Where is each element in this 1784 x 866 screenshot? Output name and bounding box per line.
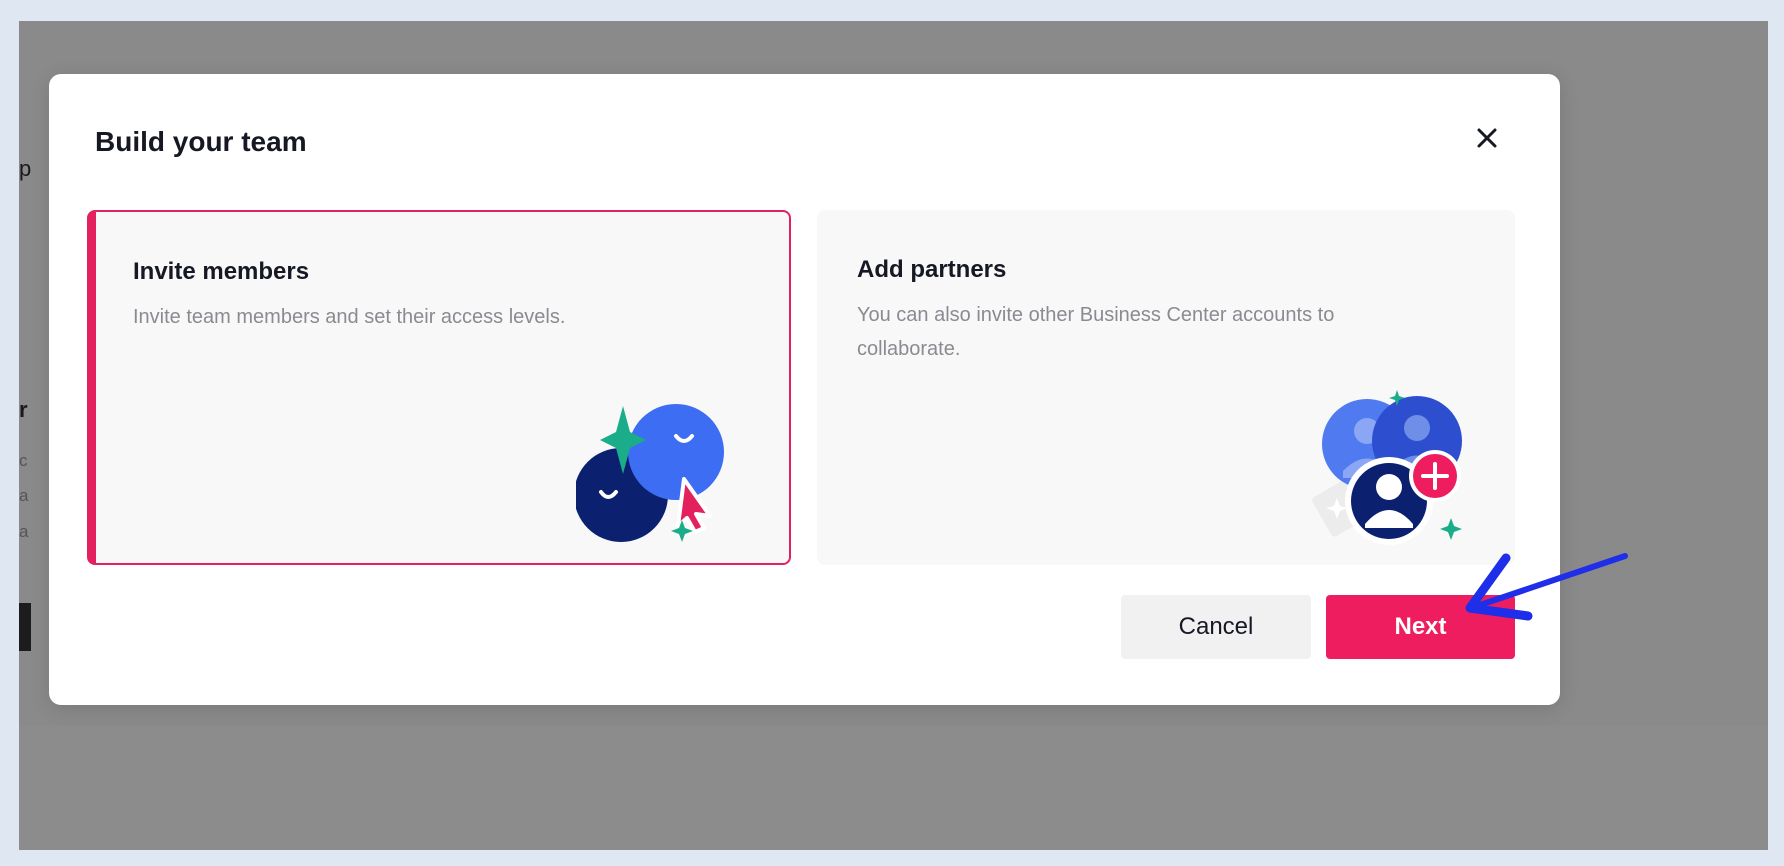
background-text-fragment: a	[19, 486, 29, 505]
invite-members-illustration	[576, 404, 724, 542]
dialog-title: Build your team	[95, 126, 307, 157]
option-description: Invite team members and set their access…	[133, 306, 566, 328]
close-button[interactable]	[1467, 118, 1507, 158]
option-title: Invite members	[133, 258, 310, 285]
option-title: Add partners	[857, 256, 1007, 283]
invite-members-option[interactable]: Invite members Invite team members and s…	[87, 210, 791, 565]
background-text-fragment: c	[19, 451, 28, 470]
annotation-arrow-icon	[1465, 553, 1628, 621]
cancel-button[interactable]: Cancel	[1121, 595, 1311, 659]
background-button-fragment	[19, 603, 31, 651]
background-text-fragment: r	[19, 397, 28, 422]
background-text-fragment: p	[19, 156, 32, 181]
option-description: You can also invite other Business Cente…	[857, 304, 1335, 360]
close-icon	[1477, 128, 1497, 148]
app-viewport: p r c a a Build your team Invite members…	[19, 21, 1768, 850]
background-footer-band	[19, 726, 1768, 850]
build-team-dialog: Build your team Invite members Invite te…	[49, 74, 1560, 705]
add-partners-option[interactable]: Add partners You can also invite other B…	[817, 210, 1515, 565]
background-text-fragment: a	[19, 522, 29, 541]
